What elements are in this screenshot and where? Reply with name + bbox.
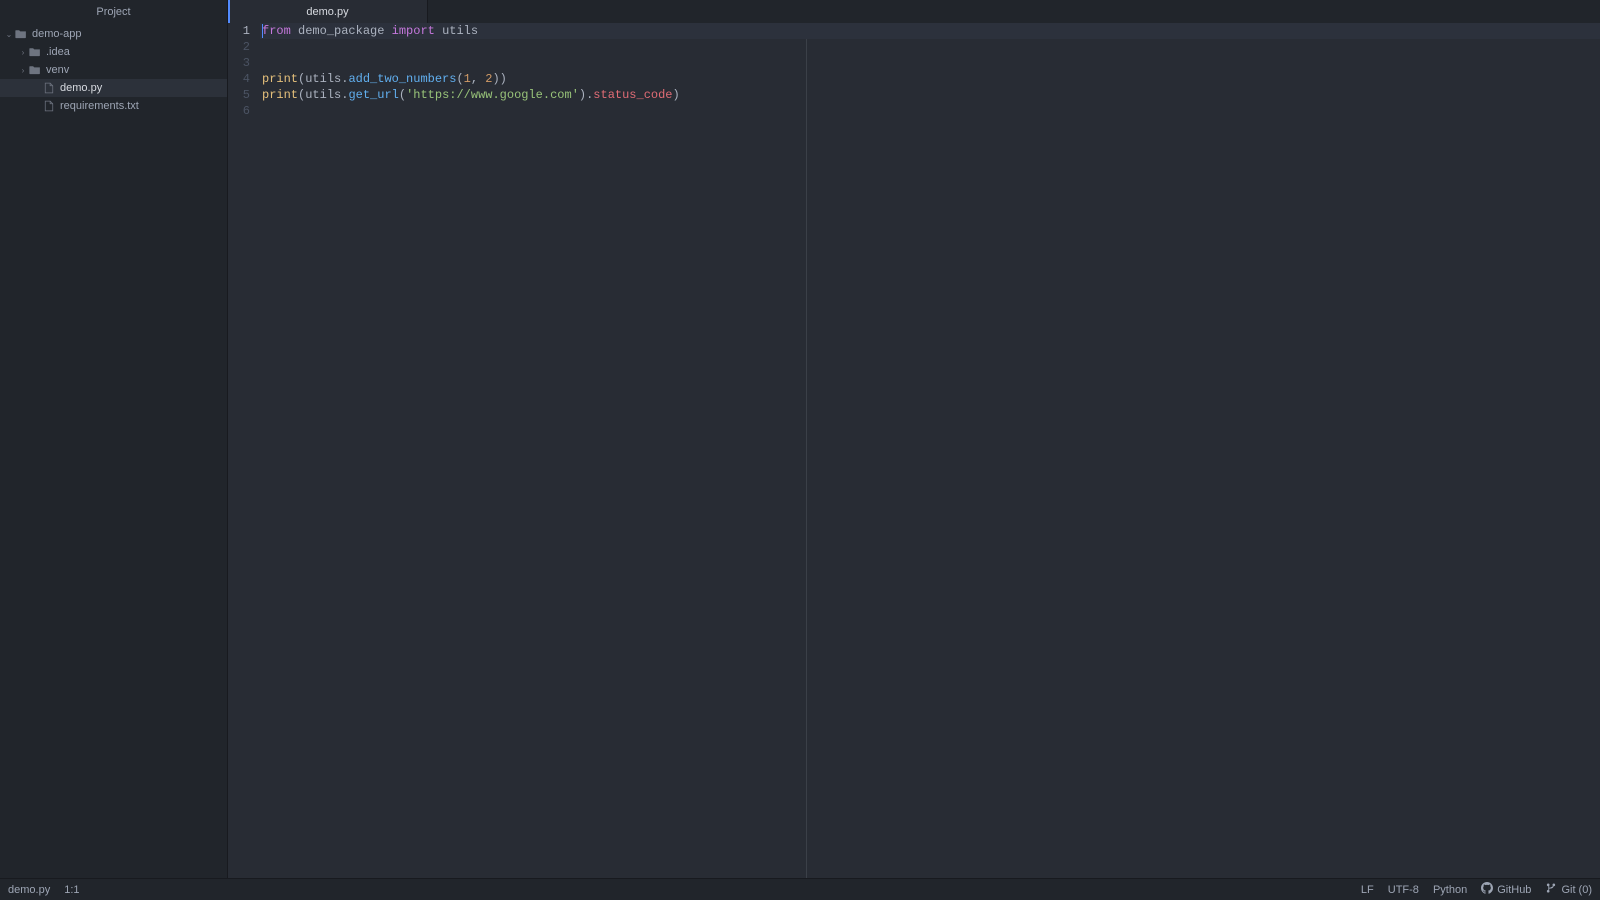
token (435, 24, 442, 38)
token: get_url (348, 88, 398, 102)
sidebar-title: Project (0, 0, 227, 23)
token (291, 24, 298, 38)
token: ( (456, 72, 463, 86)
project-sidebar: Project ⌄ demo-app › .idea › venv demo.py requi… (0, 0, 228, 878)
status-file[interactable]: demo.py (8, 884, 50, 896)
token: , (471, 72, 485, 86)
line-number: 4 (228, 71, 250, 87)
file-icon (42, 81, 56, 95)
token: import (392, 24, 435, 38)
token: ( (399, 88, 406, 102)
token: print (262, 88, 298, 102)
code-line[interactable] (260, 55, 1600, 71)
token: 'https://www.google.com' (406, 88, 579, 102)
text-cursor (262, 24, 263, 38)
token: demo_package (298, 24, 384, 38)
line-number: 3 (228, 55, 250, 71)
chevron-icon: ⌄ (4, 30, 14, 39)
token: from (262, 24, 291, 38)
tab-bar: demo.py (228, 0, 1600, 23)
code-line[interactable]: from demo_package import utils (260, 23, 1600, 39)
tab-demo.py[interactable]: demo.py (228, 0, 428, 23)
code-content[interactable]: from demo_package import utils print ( util… (260, 23, 1600, 878)
tree-item-label: demo-app (32, 28, 82, 40)
line-gutter: 123456 (228, 23, 260, 878)
status-github[interactable]: GitHub (1481, 882, 1531, 897)
folder-icon (14, 27, 28, 41)
status-eol[interactable]: LF (1361, 884, 1374, 896)
token: 1 (464, 72, 471, 86)
token: add_two_numbers (348, 72, 456, 86)
code-line[interactable] (260, 39, 1600, 55)
token: ) (673, 88, 680, 102)
editor-body[interactable]: 123456 from demo_package import utilspri… (228, 23, 1600, 878)
line-number: 1 (228, 23, 250, 39)
tree-item-label: .idea (46, 46, 70, 58)
wrap-guide (806, 23, 807, 878)
tree-file-requirements.txt[interactable]: requirements.txt (0, 97, 227, 115)
file-tree: ⌄ demo-app › .idea › venv demo.py requirements.… (0, 23, 227, 878)
token: status_code (593, 88, 672, 102)
code-line[interactable]: print(utils.add_two_numbers(1, 2)) (260, 71, 1600, 87)
tree-item-label: demo.py (60, 82, 102, 94)
chevron-icon: › (18, 66, 28, 75)
token: utils (442, 24, 478, 38)
github-icon (1481, 882, 1493, 897)
status-bar: demo.py 1:1 LF UTF-8 Python GitHub Git (… (0, 878, 1600, 900)
tree-folder-demo-app[interactable]: ⌄ demo-app (0, 25, 227, 43)
tree-item-label: venv (46, 64, 69, 76)
token: )) (492, 72, 506, 86)
status-encoding[interactable]: UTF-8 (1388, 884, 1419, 896)
line-number: 2 (228, 39, 250, 55)
line-number: 5 (228, 87, 250, 103)
chevron-icon: › (18, 48, 28, 57)
folder-icon (28, 45, 42, 59)
code-line[interactable]: print(utils.get_url('https://www.google.… (260, 87, 1600, 103)
line-number: 6 (228, 103, 250, 119)
tree-folder-.idea[interactable]: › .idea (0, 43, 227, 61)
token (384, 24, 391, 38)
token: ). (579, 88, 593, 102)
token: utils (305, 72, 341, 86)
status-git[interactable]: Git (0) (1545, 882, 1592, 897)
tree-file-demo.py[interactable]: demo.py (0, 79, 227, 97)
git-branch-icon (1545, 882, 1557, 897)
file-icon (42, 99, 56, 113)
code-line[interactable] (260, 103, 1600, 119)
tree-folder-venv[interactable]: › venv (0, 61, 227, 79)
status-language[interactable]: Python (1433, 884, 1467, 896)
tree-item-label: requirements.txt (60, 100, 139, 112)
status-cursor[interactable]: 1:1 (64, 884, 79, 896)
token: utils (305, 88, 341, 102)
folder-icon (28, 63, 42, 77)
tab-label: demo.py (306, 6, 348, 18)
token: print (262, 72, 298, 86)
editor-area: demo.py 123456 from demo_package import … (228, 0, 1600, 878)
